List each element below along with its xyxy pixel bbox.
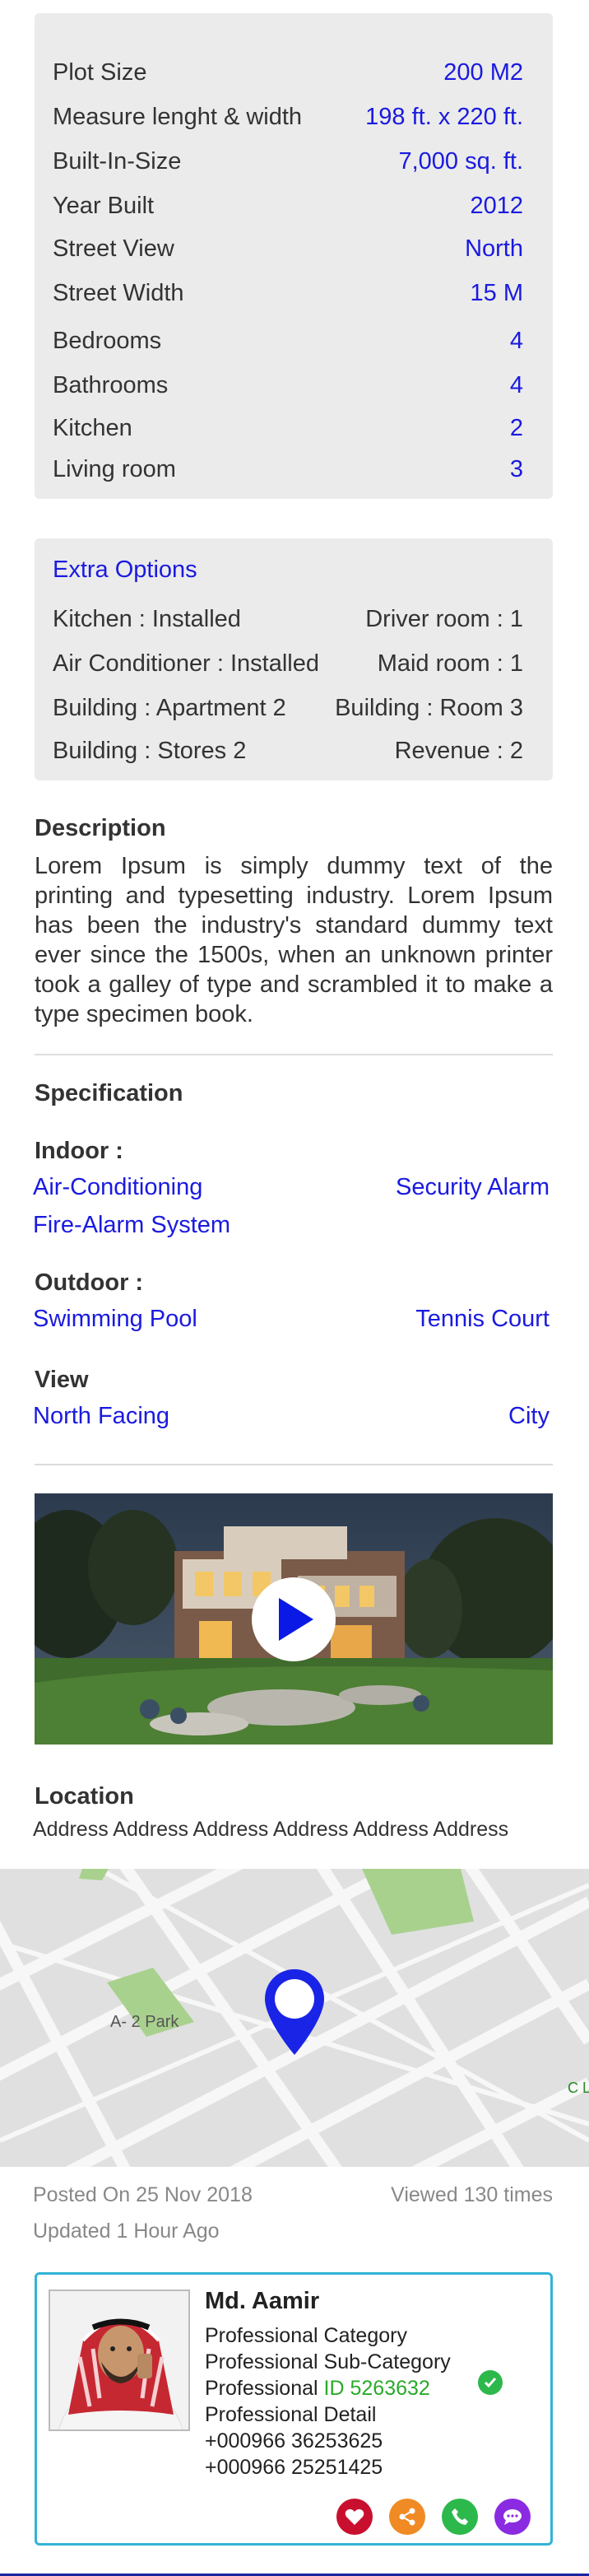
extra-option-left: Kitchen : Installed (53, 606, 241, 632)
agent-detail: Professional Detail (205, 2403, 377, 2426)
extra-option-left: Building : Apartment 2 (53, 695, 286, 721)
agent-id-prefix: Professional (205, 2377, 318, 2400)
map-pin-icon (265, 1969, 324, 2055)
extra-option-right: Maid room : 1 (377, 650, 523, 677)
spec-link-tennis-court[interactable]: Tennis Court (415, 1306, 550, 1333)
detail-value: 7,000 sq. ft. (398, 147, 523, 175)
detail-row-street-view: Street View North (53, 231, 523, 267)
detail-value: 200 M2 (443, 58, 523, 86)
extra-options-row: Building : Apartment 2 Building : Room 3 (53, 695, 523, 722)
extra-option-left: Building : Stores 2 (53, 738, 247, 764)
agent-category: Professional Category (205, 2324, 407, 2347)
agent-card: Md. Aamir Professional Category Professi… (35, 2272, 553, 2546)
detail-label: Year Built (53, 192, 155, 219)
agent-id-line: Professional ID 5263632 (205, 2377, 430, 2401)
updated-time: Updated 1 Hour Ago (33, 2220, 220, 2243)
detail-row-year-built: Year Built 2012 (53, 188, 523, 224)
extra-option-right: Driver room : 1 (365, 606, 523, 632)
favorite-button[interactable] (336, 2499, 373, 2535)
property-details-card: Plot Size 200 M2 Measure lenght & width … (35, 13, 553, 499)
extra-options-title: Extra Options (53, 557, 197, 583)
spec-link-city[interactable]: City (508, 1403, 550, 1430)
detail-label: Street Width (53, 279, 184, 306)
play-icon (279, 1598, 313, 1641)
extra-options-row: Kitchen : Installed Driver room : 1 (53, 606, 523, 633)
view-label: View (35, 1367, 89, 1393)
detail-label: Built-In-Size (53, 147, 182, 175)
specification-title: Specification (35, 1080, 183, 1106)
detail-value: 4 (509, 371, 523, 398)
spec-link-air-conditioning[interactable]: Air-Conditioning (33, 1174, 202, 1201)
extra-options-card: Extra Options Kitchen : Installed Driver… (35, 538, 553, 780)
spec-link-fire-alarm-system[interactable]: Fire-Alarm System (33, 1212, 230, 1239)
chat-button[interactable] (494, 2499, 531, 2535)
detail-row-measure: Measure lenght & width 198 ft. x 220 ft. (53, 99, 523, 135)
map-edge-label: C L (568, 2080, 589, 2096)
posted-date: Posted On 25 Nov 2018 (33, 2183, 253, 2206)
agent-name: Md. Aamir (205, 2288, 320, 2314)
play-button[interactable] (252, 1577, 336, 1661)
detail-value: 15 M (470, 279, 523, 306)
spec-link-swimming-pool[interactable]: Swimming Pool (33, 1306, 197, 1333)
spec-link-security-alarm[interactable]: Security Alarm (396, 1174, 550, 1201)
description-text: Lorem Ipsum is simply dummy text of the … (35, 853, 553, 1027)
agent-photo-image (50, 2291, 188, 2429)
detail-label: Measure lenght & width (53, 103, 303, 130)
detail-value: 198 ft. x 220 ft. (365, 103, 523, 130)
detail-row-bathrooms: Bathrooms 4 (53, 367, 523, 403)
detail-label: Street View (53, 235, 174, 262)
heart-icon (345, 2508, 364, 2525)
share-icon (399, 2508, 415, 2526)
detail-row-bedrooms: Bedrooms 4 (53, 323, 523, 359)
detail-row-kitchen: Kitchen 2 (53, 410, 523, 446)
detail-label: Bedrooms (53, 327, 162, 354)
detail-value: 4 (509, 327, 523, 354)
chat-icon (503, 2509, 522, 2525)
extra-options-row: Building : Stores 2 Revenue : 2 (53, 738, 523, 765)
view-count: Viewed 130 times (391, 2183, 553, 2206)
detail-value: North (465, 235, 523, 262)
extra-option-left: Air Conditioner : Installed (53, 650, 319, 677)
agent-phone-2[interactable]: +000966 25251425 (205, 2456, 383, 2480)
detail-value: 3 (509, 455, 523, 482)
call-button[interactable] (442, 2499, 478, 2535)
location-address: Address Address Address Address Address … (33, 1818, 509, 1841)
spec-link-north-facing[interactable]: North Facing (33, 1403, 169, 1430)
detail-row-built-in-size: Built-In-Size 7,000 sq. ft. (53, 143, 523, 179)
location-map[interactable]: A- 2 Park C L (0, 1869, 589, 2167)
detail-row-street-width: Street Width 15 M (53, 275, 523, 311)
map-park-label: A- 2 Park (110, 2013, 179, 2031)
outdoor-label: Outdoor : (35, 1269, 144, 1296)
detail-row-plot-size: Plot Size 200 M2 (53, 54, 523, 91)
divider (35, 1464, 553, 1465)
share-button[interactable] (389, 2499, 425, 2535)
detail-label: Living room (53, 455, 176, 482)
agent-sub-category: Professional Sub-Category (205, 2350, 451, 2373)
detail-value: 2012 (470, 192, 523, 219)
extra-option-right: Revenue : 2 (394, 738, 523, 764)
agent-phone-1[interactable]: +000966 36253625 (205, 2429, 383, 2453)
divider (35, 1054, 553, 1055)
detail-label: Plot Size (53, 58, 147, 86)
indoor-label: Indoor : (35, 1138, 123, 1164)
detail-row-living-room: Living room 3 (53, 451, 523, 487)
agent-avatar (49, 2290, 190, 2431)
description-title: Description (35, 815, 166, 841)
extra-options-row: Air Conditioner : Installed Maid room : … (53, 650, 523, 678)
phone-icon (452, 2508, 468, 2525)
check-circle-icon (478, 2370, 503, 2395)
detail-label: Kitchen (53, 414, 132, 441)
extra-option-right: Building : Room 3 (335, 695, 523, 721)
agent-id: ID 5263632 (323, 2377, 430, 2400)
location-title: Location (35, 1783, 134, 1810)
detail-label: Bathrooms (53, 371, 169, 398)
detail-value: 2 (509, 414, 523, 441)
